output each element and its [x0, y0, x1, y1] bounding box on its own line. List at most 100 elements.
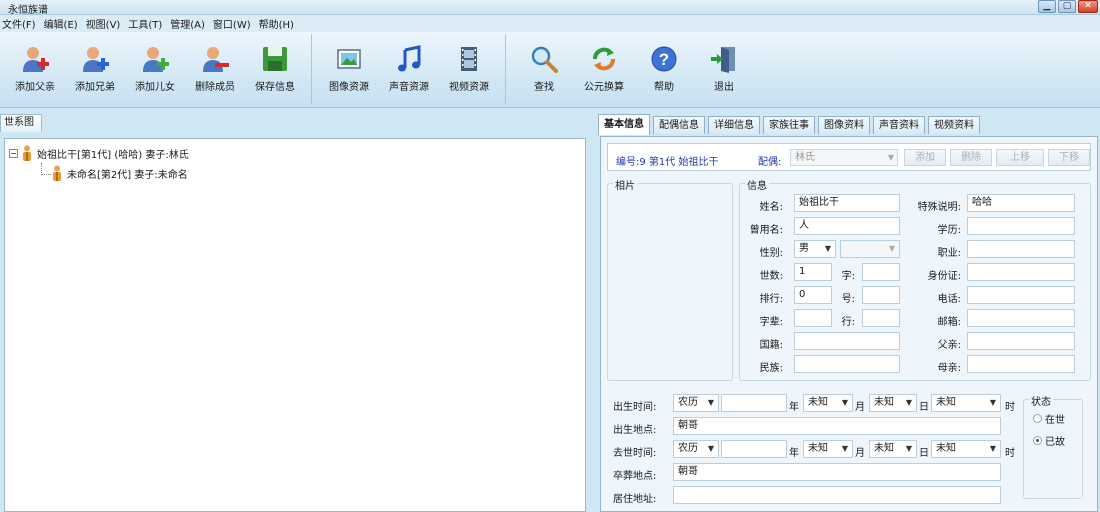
ethnicity-input[interactable] [794, 355, 900, 373]
death-day-select[interactable]: 未知 ▼ [869, 440, 917, 458]
tab-image-data[interactable]: 图像资料 [818, 116, 870, 134]
year-convert-button[interactable]: 公元换算 [574, 44, 634, 93]
nationality-input[interactable] [794, 332, 900, 350]
spouse-delete-button[interactable]: 删除 [950, 149, 992, 166]
menu-help[interactable]: 帮助(H) [259, 16, 300, 31]
chevron-down-icon: ▼ [905, 398, 912, 407]
death-month-select[interactable]: 未知 ▼ [803, 440, 853, 458]
close-button[interactable]: ✕ [1078, 0, 1098, 13]
id-card-input[interactable] [967, 263, 1075, 281]
menu-manage[interactable]: 管理(A) [170, 16, 211, 31]
member-id-text: 编号:9 第1代 始祖比干 [616, 157, 719, 168]
education-input[interactable] [967, 217, 1075, 235]
status-alive-radio[interactable]: 在世 [1033, 411, 1065, 426]
person-icon [53, 165, 61, 181]
video-resource-button[interactable]: 视频资源 [439, 44, 499, 93]
name-input[interactable]: 始祖比干 [794, 194, 900, 212]
gender-label: 性别: [759, 248, 783, 259]
photo-frame[interactable] [607, 183, 733, 381]
birthplace-input[interactable]: 朝哥 [673, 417, 1001, 435]
refresh-icon [593, 47, 615, 71]
former-name-input[interactable]: 人 [794, 217, 900, 235]
birth-month-select[interactable]: 未知 ▼ [803, 394, 853, 412]
birth-calendar-select[interactable]: 农历 ▼ [673, 394, 719, 412]
tab-audio-data[interactable]: 声音资料 [873, 116, 925, 134]
hour-unit-label: 时 [1005, 402, 1015, 413]
tab-family-history[interactable]: 家族往事 [763, 116, 815, 134]
email-input[interactable] [967, 309, 1075, 327]
burial-place-input[interactable]: 朝哥 [673, 463, 1001, 481]
menu-view[interactable]: 视图(V) [86, 16, 127, 31]
death-hour-select[interactable]: 未知 ▼ [931, 440, 1001, 458]
minimize-button[interactable]: ▁ [1038, 0, 1056, 13]
image-resource-button[interactable]: 图像资源 [319, 44, 379, 93]
add-sibling-button[interactable]: 添加兄弟 [65, 44, 125, 93]
window-controls: ▁ ▢ ✕ [1038, 0, 1098, 13]
family-tree-view[interactable]: − 始祖比干[第1代] (哈哈) 妻子:林氏 未命名[第2代] 妻子:未命名 [4, 138, 586, 512]
spouse-add-button[interactable]: 添加 [904, 149, 946, 166]
delete-member-button[interactable]: 删除成员 [185, 44, 245, 93]
spouse-select[interactable]: 林氏 ▼ [790, 149, 898, 166]
special-note-input[interactable]: 哈哈 [967, 194, 1075, 212]
art-name-input[interactable] [862, 286, 900, 304]
year-convert-label: 公元换算 [584, 82, 624, 93]
death-calendar-select[interactable]: 农历 ▼ [673, 440, 719, 458]
exit-label: 退出 [714, 82, 734, 93]
title-bar: 永恒族谱 ▁ ▢ ✕ [0, 0, 1100, 16]
birth-hour-value: 未知 [936, 397, 956, 408]
sibling-order-input[interactable] [862, 309, 900, 327]
menu-window[interactable]: 窗口(W) [213, 16, 257, 31]
courtesy-name-label: 字: [841, 271, 855, 282]
tab-basic-info[interactable]: 基本信息 [598, 114, 650, 135]
tree-collapse-toggle[interactable]: − [9, 148, 18, 158]
add-child-button[interactable]: 添加儿女 [125, 44, 185, 93]
generation-label: 世数: [759, 271, 783, 282]
tab-spouse-info[interactable]: 配偶信息 [653, 116, 705, 134]
birth-day-select[interactable]: 未知 ▼ [869, 394, 917, 412]
spouse-move-down-button[interactable]: 下移 [1048, 149, 1090, 166]
birth-calendar-value: 农历 [678, 397, 698, 408]
audio-resource-button[interactable]: 声音资源 [379, 44, 439, 93]
special-note-label: 特殊说明: [917, 202, 961, 213]
gender-select[interactable]: 男 ▼ [794, 240, 836, 258]
id-card-label: 身份证: [927, 271, 961, 282]
tab-video-data[interactable]: 视频资料 [928, 116, 980, 134]
help-button[interactable]: ? 帮助 [634, 44, 694, 93]
phone-input[interactable] [967, 286, 1075, 304]
father-input[interactable] [967, 332, 1075, 350]
tab-lineage[interactable]: 世系图 [0, 114, 42, 132]
death-year-input[interactable] [721, 440, 787, 458]
birth-hour-select[interactable]: 未知 ▼ [931, 394, 1001, 412]
birth-year-input[interactable] [721, 394, 787, 412]
tree-node-child[interactable]: 未命名[第2代] 妻子:未命名 [51, 165, 188, 181]
chevron-down-icon: ▼ [989, 398, 996, 407]
occupation-input[interactable] [967, 240, 1075, 258]
occupation-label: 职业: [937, 248, 961, 259]
save-info-button[interactable]: 保存信息 [245, 44, 305, 93]
add-father-button[interactable]: 添加父亲 [5, 44, 65, 93]
menu-tools[interactable]: 工具(T) [128, 16, 168, 31]
spouse-move-up-button[interactable]: 上移 [996, 149, 1044, 166]
exit-button[interactable]: 退出 [694, 44, 754, 93]
generation-input[interactable]: 1 [794, 263, 832, 281]
maximize-button[interactable]: ▢ [1058, 0, 1076, 13]
mother-input[interactable] [967, 355, 1075, 373]
email-label: 邮箱: [937, 317, 961, 328]
chevron-down-icon: ▼ [841, 398, 848, 407]
menu-edit[interactable]: 编辑(E) [44, 16, 84, 31]
courtesy-name-input[interactable] [862, 263, 900, 281]
gender-sub-select[interactable]: ▼ [840, 240, 900, 258]
tab-detail-info[interactable]: 详细信息 [708, 116, 760, 134]
add-child-label: 添加儿女 [135, 82, 175, 93]
menu-file[interactable]: 文件(F) [2, 16, 42, 31]
video-resource-label: 视频资源 [449, 82, 489, 93]
generation-char-input[interactable] [794, 309, 832, 327]
residence-input[interactable] [673, 486, 1001, 504]
chevron-down-icon: ▼ [888, 244, 895, 253]
status-dead-radio[interactable]: 已故 [1033, 433, 1065, 448]
birth-rank-input[interactable]: 0 [794, 286, 832, 304]
birth-time-label: 出生时间: [613, 402, 657, 413]
birthplace-label: 出生地点: [613, 425, 657, 436]
search-button[interactable]: 查找 [514, 44, 574, 93]
tree-node-root[interactable]: − 始祖比干[第1代] (哈哈) 妻子:林氏 [9, 145, 189, 161]
